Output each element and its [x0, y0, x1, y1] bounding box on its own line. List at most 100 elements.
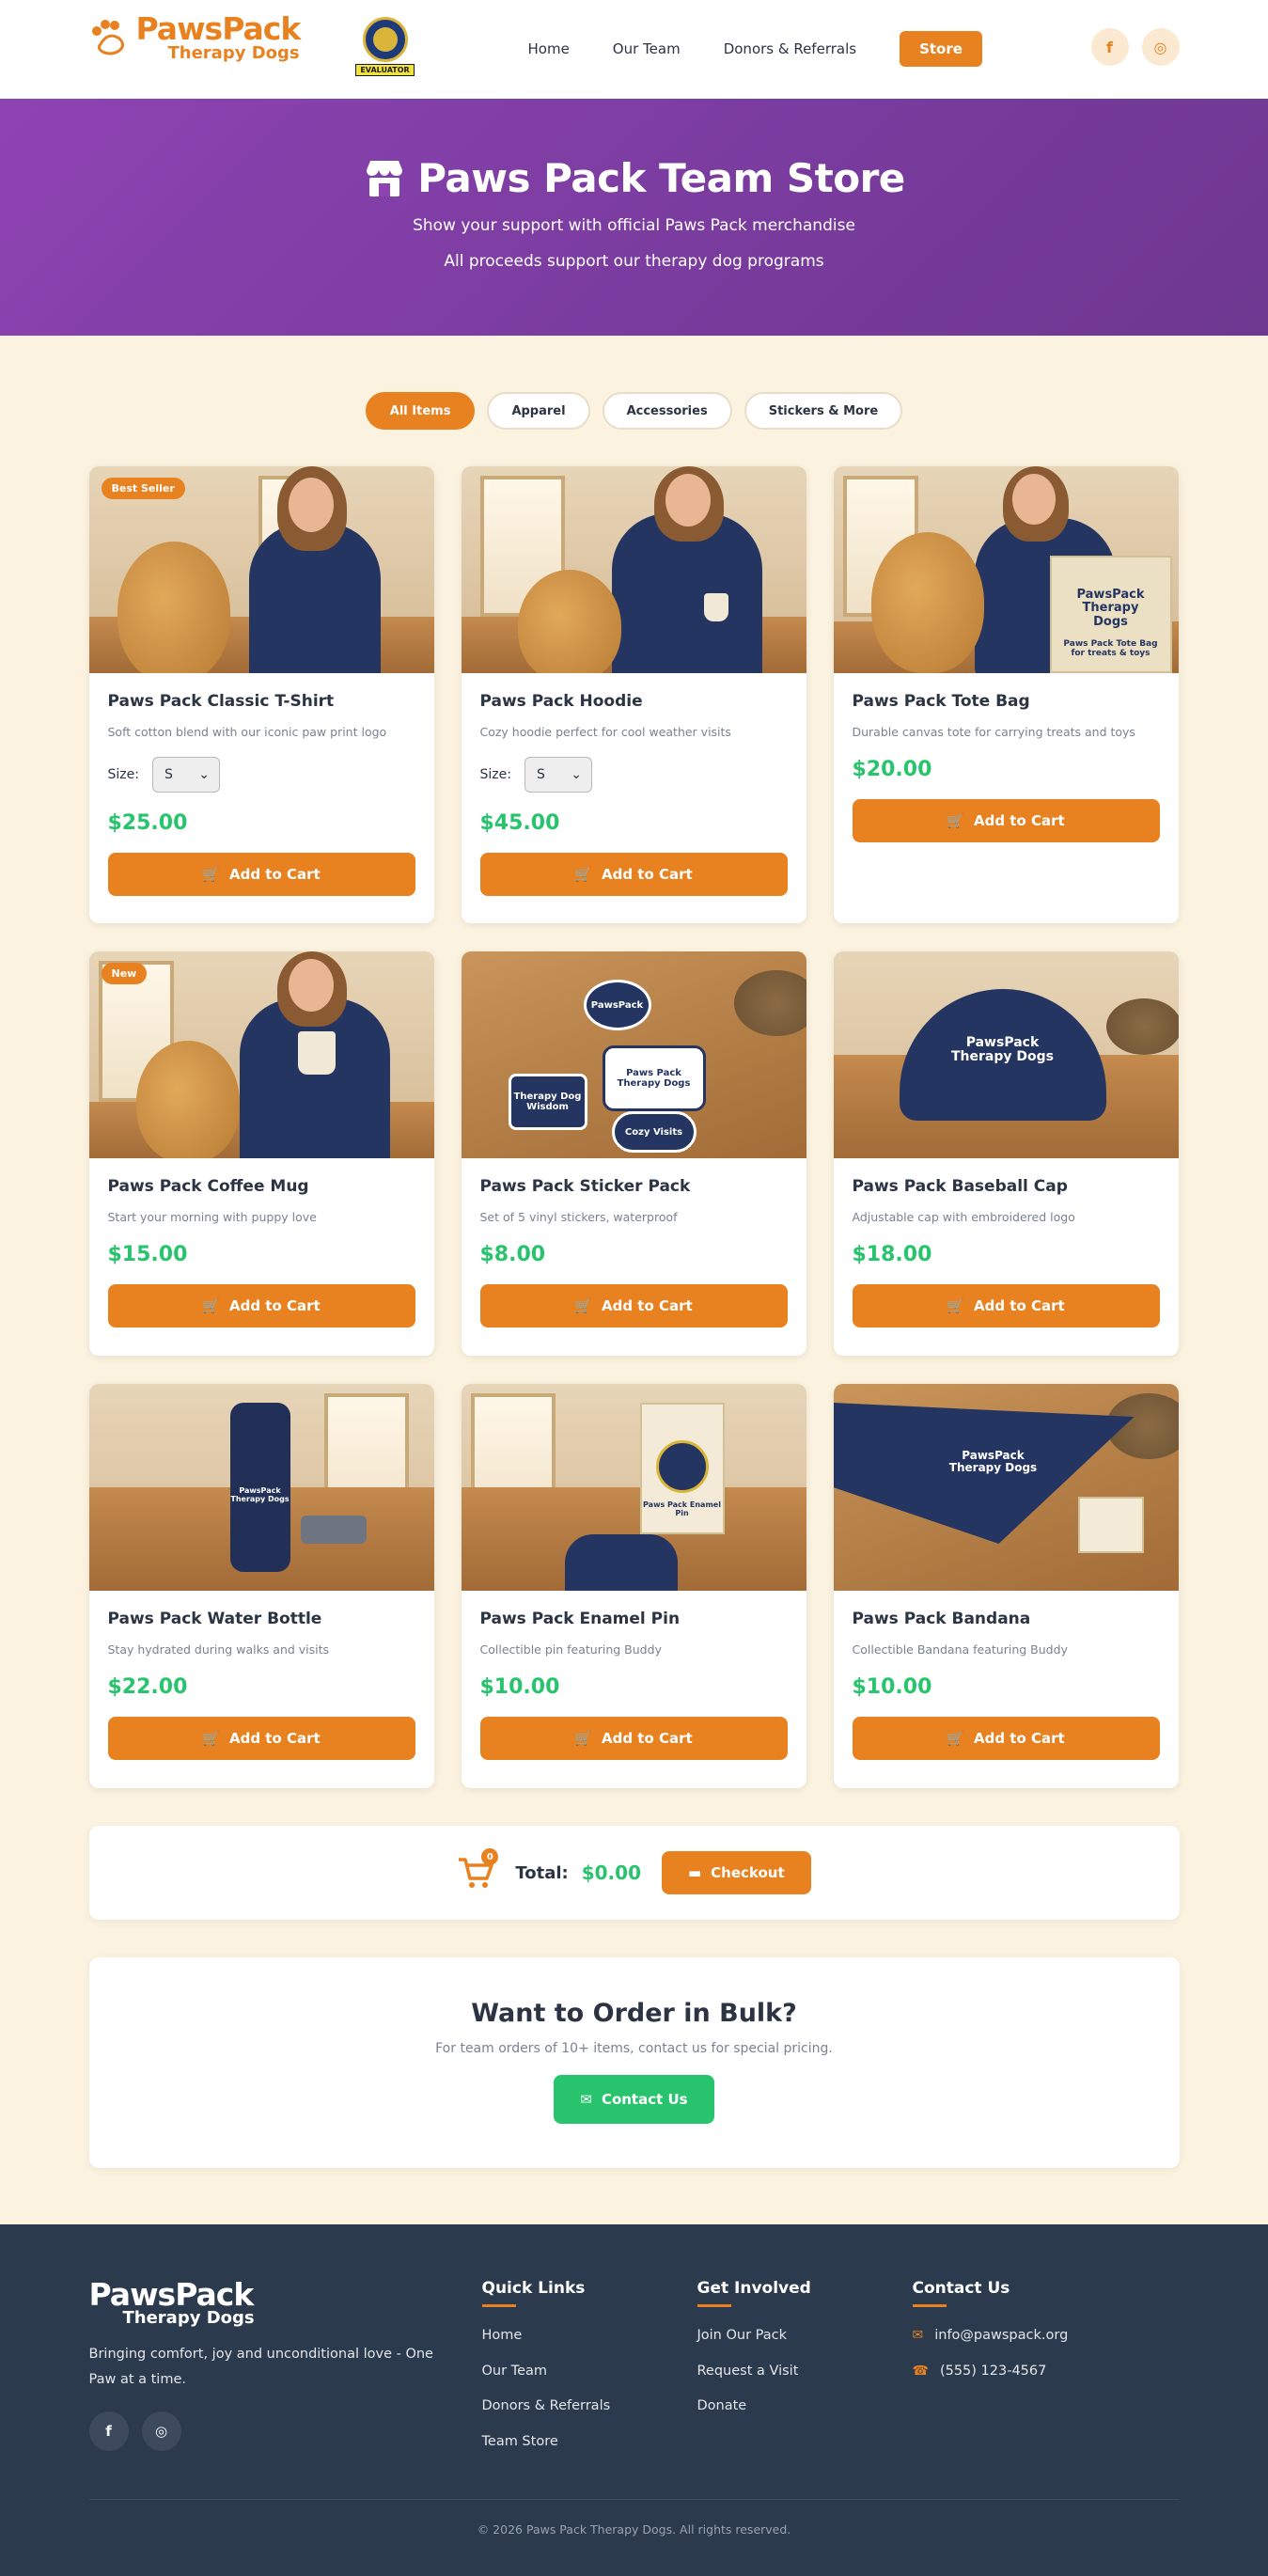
envelope-icon: ✉ — [912, 2328, 924, 2343]
size-row: Size: S ⌄ — [108, 757, 415, 793]
filter-stickers-more[interactable]: Stickers & More — [744, 392, 903, 430]
add-to-cart-label: Add to Cart — [601, 1730, 693, 1747]
add-to-cart-label: Add to Cart — [601, 866, 693, 883]
cart-icon: 🛒 — [947, 1297, 964, 1314]
product-card: PawsPack Therapy Dogs Paws Pack Baseball… — [833, 951, 1179, 1356]
product-description: Durable canvas tote for carrying treats … — [852, 725, 1135, 739]
add-to-cart-label: Add to Cart — [228, 1297, 321, 1314]
logo-title: PawsPack — [135, 10, 302, 47]
checkout-label: Checkout — [711, 1864, 785, 1881]
footer-divider — [88, 2499, 1180, 2500]
product-price: $10.00 — [479, 1675, 560, 1699]
pin-icon — [655, 1440, 709, 1493]
cap-logo-text: PawsPack Therapy Dogs — [951, 1035, 1054, 1065]
size-label: Size: — [107, 767, 139, 782]
contact-us-button[interactable]: ✉ Contact Us — [554, 2075, 714, 2124]
product-price: $25.00 — [107, 811, 188, 835]
size-select[interactable]: S ⌄ — [524, 757, 592, 793]
quick-links-title: Quick Links — [482, 2279, 697, 2307]
product-title: Paws Pack Coffee Mug — [107, 1177, 309, 1196]
facebook-icon[interactable]: f — [88, 2411, 129, 2451]
nav-store[interactable]: Store — [900, 31, 982, 67]
cart-icon: 🛒 — [574, 1730, 592, 1747]
footer-phone-text: (555) 123-4567 — [939, 2363, 1047, 2379]
footer-link-donors-referrals[interactable]: Donors & Referrals — [482, 2389, 697, 2425]
product-image: PawsPack Therapy Dogs Paws Pack Tote Bag… — [833, 466, 1179, 673]
filter-accessories[interactable]: Accessories — [602, 392, 732, 430]
add-to-cart-label: Add to Cart — [601, 1297, 693, 1314]
product-price: $15.00 — [107, 1243, 188, 1266]
add-to-cart-button[interactable]: 🛒 Add to Cart — [107, 1717, 415, 1760]
product-card: PawsPack Therapy Dogs Paws Pack Bandana … — [833, 1384, 1179, 1788]
product-card: PawsPack Therapy Dogs Paws Pack Water Bo… — [88, 1384, 434, 1788]
product-card: New Paws Pack Coffee Mug Start your morn… — [88, 951, 434, 1356]
product-title: Paws Pack Classic T-Shirt — [107, 692, 335, 711]
add-to-cart-button[interactable]: 🛒 Add to Cart — [852, 799, 1160, 842]
product-grid: Best Seller Paws Pack Classic T-Shirt So… — [88, 466, 1180, 1788]
product-description: Cozy hoodie perfect for cool weather vis… — [479, 725, 731, 739]
product-price: $18.00 — [852, 1243, 932, 1266]
total-value: $0.00 — [581, 1861, 641, 1884]
cart-icon: 🛒 — [202, 1297, 220, 1314]
nav-our-team[interactable]: Our Team — [613, 40, 681, 57]
credit-card-icon: ▬ — [687, 1864, 702, 1881]
filter-apparel[interactable]: Apparel — [487, 392, 590, 430]
add-to-cart-button[interactable]: 🛒 Add to Cart — [479, 1717, 788, 1760]
footer-email[interactable]: ✉ info@pawspack.org — [913, 2318, 1128, 2354]
product-image: New — [88, 951, 434, 1158]
product-card: PawsPack Therapy Dogs Paws Pack Tote Bag… — [833, 466, 1179, 923]
site-logo[interactable]: PawsPack Therapy Dogs — [89, 13, 301, 62]
product-image: Best Seller — [88, 466, 434, 673]
product-description: Collectible Bandana featuring Buddy — [852, 1642, 1068, 1657]
sticker: Paws Pack Therapy Dogs — [602, 1045, 706, 1111]
footer-link-join-pack[interactable]: Join Our Pack — [697, 2318, 913, 2354]
add-to-cart-button[interactable]: 🛒 Add to Cart — [107, 1284, 415, 1327]
seal-icon — [362, 17, 408, 62]
copyright: © 2026 Paws Pack Therapy Dogs. All right… — [477, 2522, 791, 2537]
chevron-down-icon: ⌄ — [198, 767, 210, 782]
paw-logo-icon — [89, 18, 129, 57]
pin-card-text: Paws Pack Enamel Pin — [643, 1500, 721, 1517]
add-to-cart-button[interactable]: 🛒 Add to Cart — [479, 1284, 788, 1327]
cart-icon: 🛒 — [202, 1730, 220, 1747]
nav-home[interactable]: Home — [528, 40, 570, 57]
add-to-cart-button[interactable]: 🛒 Add to Cart — [107, 853, 415, 896]
add-to-cart-button[interactable]: 🛒 Add to Cart — [852, 1284, 1160, 1327]
cart-icon: 🛒 — [574, 866, 592, 883]
size-select[interactable]: S ⌄ — [151, 757, 220, 793]
sticker: Cozy Visits — [611, 1111, 697, 1153]
instagram-icon[interactable]: ◎ — [141, 2411, 181, 2451]
footer-link-request-visit[interactable]: Request a Visit — [697, 2354, 913, 2390]
footer-logo[interactable]: PawsPack Therapy Dogs — [89, 2279, 482, 2327]
nav-donors-referrals[interactable]: Donors & Referrals — [724, 40, 856, 57]
checkout-button[interactable]: ▬ Checkout — [661, 1851, 811, 1894]
footer-phone[interactable]: ☎ (555) 123-4567 — [913, 2354, 1128, 2390]
best-seller-badge: Best Seller — [101, 478, 185, 499]
product-card: Paws Pack Hoodie Cozy hoodie perfect for… — [461, 466, 806, 923]
footer-link-donate[interactable]: Donate — [697, 2389, 913, 2425]
product-price: $22.00 — [107, 1675, 188, 1699]
footer-link-our-team[interactable]: Our Team — [482, 2354, 697, 2390]
product-description: Collectible pin featuring Buddy — [479, 1642, 662, 1657]
add-to-cart-button[interactable]: 🛒 Add to Cart — [479, 853, 788, 896]
category-filters: All Items Apparel Accessories Stickers &… — [89, 392, 1180, 430]
store-main: All Items Apparel Accessories Stickers &… — [88, 392, 1180, 2168]
footer-link-home[interactable]: Home — [482, 2318, 697, 2354]
filter-all-items[interactable]: All Items — [365, 392, 476, 430]
cart-icon: 🛒 — [202, 866, 220, 883]
product-image: PawsPack Therapy Dogs — [88, 1384, 434, 1591]
contact-us-label: Contact Us — [601, 2091, 688, 2108]
product-image: PawsPack Paws Pack Therapy Dogs Therapy … — [461, 951, 806, 1158]
add-to-cart-label: Add to Cart — [228, 1730, 321, 1747]
shopping-cart-icon[interactable]: 0 — [457, 1848, 499, 1890]
add-to-cart-label: Add to Cart — [973, 1730, 1065, 1747]
add-to-cart-button[interactable]: 🛒 Add to Cart — [852, 1717, 1160, 1760]
hero-subtitle-1: Show your support with official Paws Pac… — [413, 216, 855, 235]
bottle-logo-text: PawsPack Therapy Dogs — [230, 1486, 290, 1503]
size-row: Size: S ⌄ — [480, 757, 788, 793]
product-description: Soft cotton blend with our iconic paw pr… — [107, 725, 387, 739]
footer-link-team-store[interactable]: Team Store — [482, 2425, 697, 2460]
facebook-icon[interactable]: f — [1090, 28, 1129, 66]
instagram-icon[interactable]: ◎ — [1141, 28, 1180, 66]
site-header: PawsPack Therapy Dogs EVALUATOR Home Our… — [0, 0, 1268, 99]
